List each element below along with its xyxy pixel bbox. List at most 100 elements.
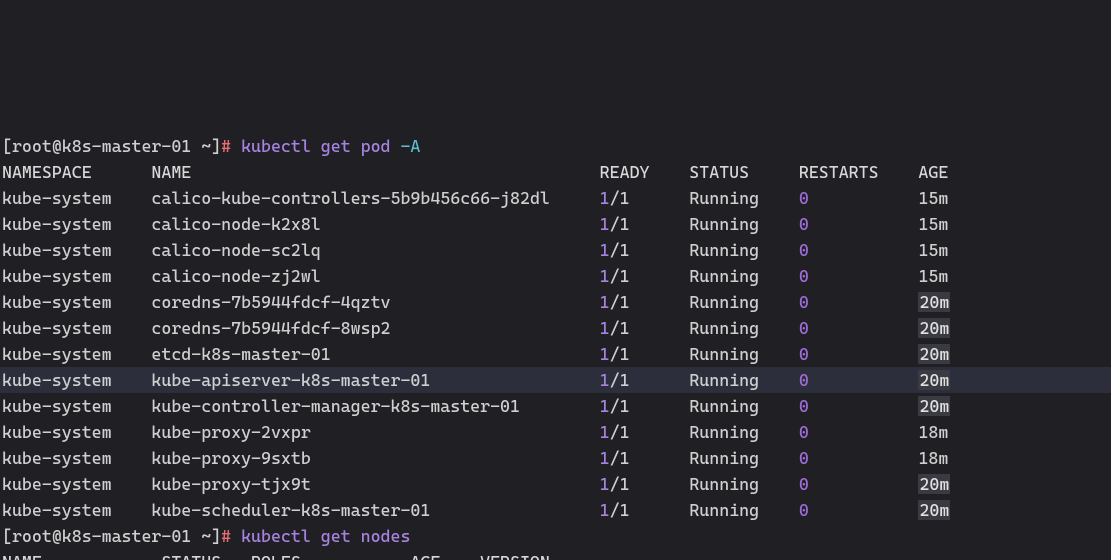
pod-name: kube-proxy-tjx9t xyxy=(151,474,599,494)
age-value: 15m xyxy=(918,240,948,260)
pod-status: Running xyxy=(689,318,799,338)
pod-status: Running xyxy=(689,240,799,260)
pod-namespace: kube-system xyxy=(2,240,151,260)
pod-namespace: kube-system xyxy=(2,188,151,208)
ready-denominator: 1 xyxy=(620,266,630,286)
pod-namespace: kube-system xyxy=(2,266,151,286)
pod-row[interactable]: kube-system kube-apiserver-k8s-master-01… xyxy=(0,367,1111,393)
pod-status: Running xyxy=(689,188,799,208)
pod-status: Running xyxy=(689,474,799,494)
pod-restarts: 0 xyxy=(799,240,919,260)
pod-status: Running xyxy=(689,500,799,520)
ready-denominator: 1 xyxy=(620,474,630,494)
pods-header-row: NAMESPACE NAME READY STATUS RESTARTS AGE xyxy=(0,159,1111,185)
prompt-command: kubectl get pod xyxy=(241,136,400,156)
pod-namespace: kube-system xyxy=(2,344,151,364)
pod-status: Running xyxy=(689,292,799,312)
pod-namespace: kube-system xyxy=(2,214,151,234)
pod-row[interactable]: kube-system calico-node-zj2wl 1/1 Runnin… xyxy=(0,263,1111,289)
ready-numerator: 1 xyxy=(600,188,610,208)
pod-row[interactable]: kube-system etcd-k8s-master-01 1/1 Runni… xyxy=(0,341,1111,367)
age-value: 15m xyxy=(918,188,948,208)
pod-restarts: 0 xyxy=(799,448,919,468)
pod-name: calico-node-zj2wl xyxy=(151,266,599,286)
pod-restarts: 0 xyxy=(799,188,919,208)
pod-row[interactable]: kube-system calico-node-sc2lq 1/1 Runnin… xyxy=(0,237,1111,263)
pod-name: coredns-7b5944fdcf-4qztv xyxy=(151,292,599,312)
pod-row[interactable]: kube-system coredns-7b5944fdcf-4qztv 1/1… xyxy=(0,289,1111,315)
pod-status: Running xyxy=(689,448,799,468)
pod-row[interactable]: kube-system kube-controller-manager-k8s-… xyxy=(0,393,1111,419)
ready-denominator: 1 xyxy=(620,344,630,364)
pod-status: Running xyxy=(689,266,799,286)
ready-denominator: 1 xyxy=(620,240,630,260)
prompt-bracket-open: [ xyxy=(2,526,12,546)
pod-status: Running xyxy=(689,396,799,416)
ready-denominator: 1 xyxy=(620,318,630,338)
age-value: 20m xyxy=(918,474,950,494)
pod-namespace: kube-system xyxy=(2,396,151,416)
pod-row[interactable]: kube-system coredns-7b5944fdcf-8wsp2 1/1… xyxy=(0,315,1111,341)
pod-status: Running xyxy=(689,370,799,390)
prompt-flag: -A xyxy=(400,136,420,156)
pod-row[interactable]: kube-system kube-scheduler-k8s-master-01… xyxy=(0,497,1111,523)
pod-namespace: kube-system xyxy=(2,318,151,338)
pod-namespace: kube-system xyxy=(2,422,151,442)
pod-row[interactable]: kube-system kube-proxy-tjx9t 1/1 Running… xyxy=(0,471,1111,497)
prompt-line[interactable]: [root@k8s-master-01 ~]# kubectl get pod … xyxy=(0,133,1111,159)
ready-numerator: 1 xyxy=(600,344,610,364)
prompt-bracket-close: ] xyxy=(211,136,221,156)
pod-name: kube-proxy-2vxpr xyxy=(151,422,599,442)
ready-numerator: 1 xyxy=(600,370,610,390)
ready-numerator: 1 xyxy=(600,292,610,312)
pod-restarts: 0 xyxy=(799,396,919,416)
prompt-bracket-open: [ xyxy=(2,136,12,156)
ready-denominator: 1 xyxy=(620,500,630,520)
ready-denominator: 1 xyxy=(620,188,630,208)
pod-restarts: 0 xyxy=(799,292,919,312)
terminal-output[interactable]: [root@k8s-master-01 ~]# kubectl get pod … xyxy=(0,130,1111,560)
pod-status: Running xyxy=(689,422,799,442)
ready-denominator: 1 xyxy=(620,448,630,468)
pod-namespace: kube-system xyxy=(2,292,151,312)
pod-name: etcd-k8s-master-01 xyxy=(151,344,599,364)
prompt-hash: # xyxy=(221,526,241,546)
pod-namespace: kube-system xyxy=(2,500,151,520)
pod-namespace: kube-system xyxy=(2,474,151,494)
pod-name: kube-controller-manager-k8s-master-01 xyxy=(151,396,599,416)
pod-name: calico-node-k2x8l xyxy=(151,214,599,234)
age-value: 20m xyxy=(918,500,950,520)
pod-name: calico-kube-controllers-5b9b456c66-j82dl xyxy=(151,188,599,208)
pod-restarts: 0 xyxy=(799,266,919,286)
age-value: 20m xyxy=(918,292,950,312)
prompt-user-host: root@k8s-master-01 ~ xyxy=(12,526,211,546)
ready-denominator: 1 xyxy=(620,396,630,416)
age-value: 20m xyxy=(918,344,950,364)
ready-denominator: 1 xyxy=(620,370,630,390)
pod-restarts: 0 xyxy=(799,474,919,494)
pod-namespace: kube-system xyxy=(2,448,151,468)
age-value: 20m xyxy=(918,396,950,416)
age-value: 20m xyxy=(918,370,950,390)
ready-numerator: 1 xyxy=(600,266,610,286)
pod-restarts: 0 xyxy=(799,318,919,338)
ready-denominator: 1 xyxy=(620,292,630,312)
pod-name: kube-proxy-9sxtb xyxy=(151,448,599,468)
pod-row[interactable]: kube-system calico-node-k2x8l 1/1 Runnin… xyxy=(0,211,1111,237)
ready-numerator: 1 xyxy=(600,214,610,234)
pod-row[interactable]: kube-system calico-kube-controllers-5b9b… xyxy=(0,185,1111,211)
pod-restarts: 0 xyxy=(799,500,919,520)
pod-name: calico-node-sc2lq xyxy=(151,240,599,260)
ready-numerator: 1 xyxy=(600,474,610,494)
age-value: 20m xyxy=(918,318,950,338)
prompt-line[interactable]: [root@k8s-master-01 ~]# kubectl get node… xyxy=(0,523,1111,549)
pod-status: Running xyxy=(689,344,799,364)
pod-row[interactable]: kube-system kube-proxy-9sxtb 1/1 Running… xyxy=(0,445,1111,471)
pod-name: kube-scheduler-k8s-master-01 xyxy=(151,500,599,520)
pod-namespace: kube-system xyxy=(2,370,151,390)
ready-denominator: 1 xyxy=(620,422,630,442)
ready-numerator: 1 xyxy=(600,318,610,338)
pod-row[interactable]: kube-system kube-proxy-2vxpr 1/1 Running… xyxy=(0,419,1111,445)
pod-restarts: 0 xyxy=(799,422,919,442)
pod-name: kube-apiserver-k8s-master-01 xyxy=(151,370,599,390)
